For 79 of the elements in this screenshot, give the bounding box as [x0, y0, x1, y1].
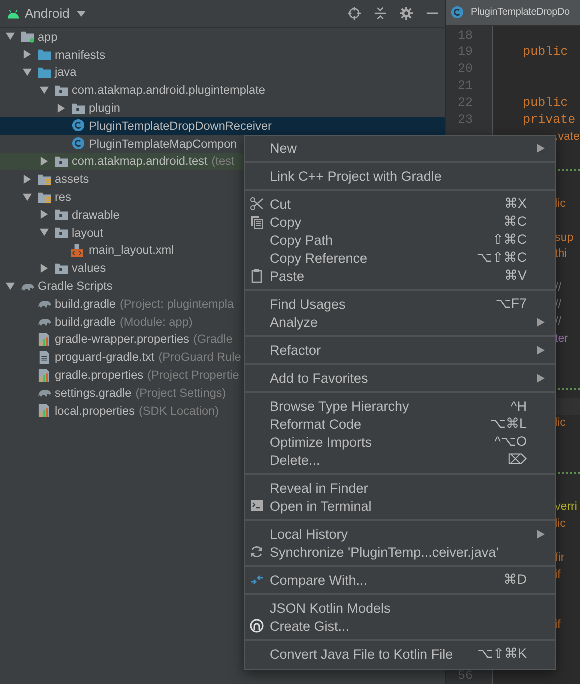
code-text: if [555, 619, 561, 632]
folder-icon [37, 48, 52, 62]
package-folder-icon [54, 208, 69, 222]
menu-item[interactable]: Local History [245, 525, 555, 543]
android-icon [6, 8, 21, 20]
module-folder-icon [20, 30, 35, 44]
code-text: lic [555, 416, 566, 429]
menu-item[interactable]: Analyze [245, 313, 555, 331]
tree-item[interactable]: manifests [0, 46, 445, 64]
terminal-icon [250, 499, 264, 513]
menu-item[interactable]: Synchronize 'PluginTemp...ceiver.java' [245, 543, 555, 561]
menu-item[interactable]: Copy Reference ⌥⇧⌘C [245, 249, 555, 267]
code-text: if [555, 568, 561, 581]
code-text: public [523, 96, 568, 110]
menu-item[interactable]: Paste ⌘V [245, 267, 555, 285]
code-text: private [523, 112, 576, 127]
expand-arrow-icon[interactable] [40, 228, 49, 238]
menu-item[interactable]: Refactor [245, 341, 555, 359]
menu-item[interactable]: Cut ⌘X [245, 195, 555, 213]
package-folder-icon [54, 84, 69, 97]
tree-item[interactable]: app [0, 28, 445, 46]
resource-folder-icon [37, 172, 52, 186]
code-text: .vate [555, 130, 580, 143]
folder-icon [37, 66, 52, 79]
properties-file-icon [37, 368, 52, 382]
package-folder-icon [54, 154, 69, 168]
view-dropdown[interactable]: Android [6, 6, 86, 21]
code-text: thi [555, 248, 568, 260]
menu-item[interactable]: Reveal in Finder [245, 479, 555, 497]
menu-item[interactable]: Copy ⌘C [245, 213, 555, 231]
tree-item[interactable]: java [0, 64, 445, 82]
menu-item[interactable]: Create Gist... [245, 617, 555, 635]
settings-icon[interactable] [400, 7, 413, 20]
properties-file-icon [37, 404, 52, 418]
menu-item[interactable]: Optimize Imports ^⌥O [245, 433, 555, 451]
properties-file-icon [37, 332, 52, 346]
tree-item[interactable]: com.atakmap.android.plugintemplate [0, 81, 445, 100]
code-text: ter [555, 332, 568, 345]
menu-item[interactable]: Compare With... ⌘D [245, 571, 555, 589]
menu-item[interactable]: Convert Java File to Kotlin File ⌥⇧⌘K [245, 645, 555, 663]
collapse-arrow-icon[interactable] [23, 50, 32, 60]
package-folder-icon [54, 226, 69, 240]
text-file-icon [37, 350, 52, 364]
tree-item[interactable]: plugin [0, 99, 445, 117]
class-icon [450, 6, 465, 20]
collapse-arrow-icon[interactable] [40, 264, 49, 273]
code-text: lic [555, 518, 566, 530]
layout-file-icon [71, 244, 86, 257]
menu-item[interactable]: Copy Path ⇧⌘C [245, 231, 555, 249]
menu-item[interactable]: Open in Terminal [245, 497, 555, 515]
expand-arrow-icon[interactable] [23, 192, 32, 202]
resource-folder-icon [37, 190, 52, 204]
package-folder-icon [54, 262, 69, 275]
menu-item[interactable]: JSON Kotlin Models [245, 599, 555, 617]
sync-icon [250, 545, 264, 559]
code-text: public [523, 45, 568, 60]
code-text: verri [555, 501, 578, 514]
collapse-all-icon[interactable] [374, 7, 387, 20]
clipboard-icon [250, 269, 264, 283]
collapse-arrow-icon[interactable] [57, 104, 66, 113]
scissors-icon [250, 197, 264, 211]
collapse-arrow-icon[interactable] [40, 210, 49, 220]
class-icon [71, 137, 86, 150]
menu-item[interactable]: Find Usages ⌥F7 [245, 295, 555, 313]
code-text: sup [555, 232, 574, 244]
code-text: lic [555, 198, 566, 210]
class-icon [71, 119, 86, 132]
caret-icon [76, 10, 86, 16]
compare-arrows-icon [250, 573, 264, 587]
menu-item[interactable]: Delete... ⌦ [245, 451, 555, 469]
tree-item[interactable]: PluginTemplateDropDownReceiver [0, 116, 445, 135]
editor-tab[interactable]: PluginTemplateDropDo [446, 0, 580, 26]
expand-arrow-icon[interactable] [6, 282, 15, 291]
package-folder-icon [71, 102, 86, 115]
crosshair-icon[interactable] [348, 7, 361, 20]
expand-arrow-icon[interactable] [6, 32, 15, 42]
code-text: fir [555, 552, 565, 564]
menu-item[interactable]: Reformat Code ⌥⌘L [245, 415, 555, 433]
copy-icon [250, 215, 264, 229]
